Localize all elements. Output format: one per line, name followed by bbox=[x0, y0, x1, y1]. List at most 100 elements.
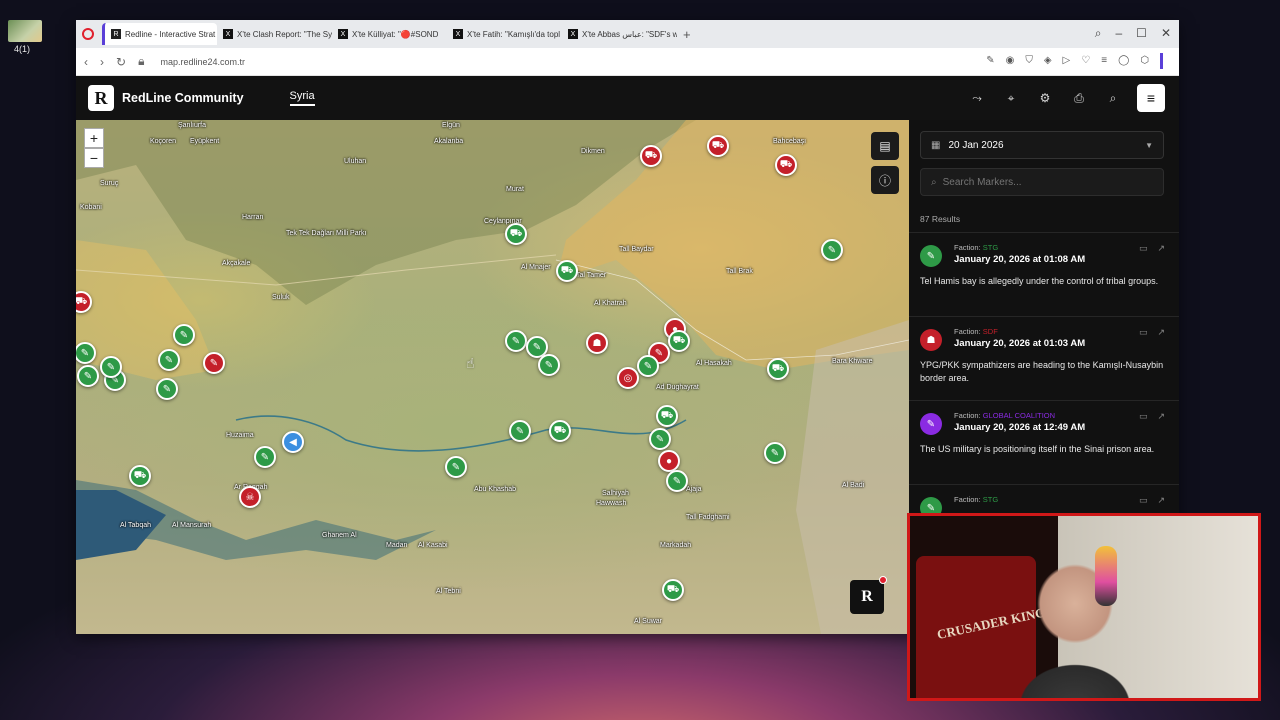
faction-name: STG bbox=[982, 243, 999, 252]
snapshot-icon[interactable]: ◉ bbox=[1006, 55, 1015, 69]
edit-icon[interactable]: ✎ bbox=[986, 55, 994, 69]
desktop-icon[interactable] bbox=[8, 20, 42, 42]
place-label: Madan bbox=[386, 542, 408, 549]
map-logo-button[interactable]: R bbox=[850, 580, 884, 614]
place-label: Bara Khware bbox=[832, 358, 873, 365]
search-icon[interactable]: ⌕ bbox=[1103, 91, 1123, 106]
external-link-icon[interactable]: ↗ bbox=[1157, 327, 1165, 338]
wallet-icon[interactable]: ◈ bbox=[1044, 55, 1052, 69]
close-icon[interactable]: ✕ bbox=[1161, 26, 1171, 41]
zoom-out-button[interactable]: − bbox=[84, 148, 104, 168]
menu-icon[interactable]: ≡ bbox=[1137, 84, 1165, 112]
external-link-icon[interactable]: ↗ bbox=[1157, 243, 1165, 254]
map-marker-rifle-icon[interactable]: ✎ bbox=[666, 470, 688, 492]
map-marker-rifle-icon[interactable]: ✎ bbox=[254, 446, 276, 468]
map-marker-rifle-icon[interactable]: ✎ bbox=[821, 239, 843, 261]
faction-label: Faction: bbox=[954, 411, 981, 420]
reload-icon[interactable]: ↻ bbox=[116, 55, 126, 69]
extensions-icon[interactable]: ⬡ bbox=[1140, 55, 1149, 69]
place-label: Suruç bbox=[100, 180, 119, 187]
map-marker-rifle-icon[interactable]: ✎ bbox=[203, 352, 225, 374]
app-logo[interactable]: R bbox=[88, 85, 114, 111]
map-marker-rifle-icon[interactable]: ✎ bbox=[100, 356, 122, 378]
map-marker-truck-icon[interactable]: ⛟ bbox=[775, 154, 797, 176]
list-icon[interactable]: ≡ bbox=[1101, 55, 1107, 69]
map-marker-truck-icon[interactable]: ⛟ bbox=[668, 330, 690, 352]
feed-item[interactable]: ✎ Faction: GLOBAL COALITION January 20, … bbox=[909, 400, 1179, 484]
heart-icon[interactable]: ♡ bbox=[1081, 55, 1090, 69]
map-marker-truck-icon[interactable]: ⛟ bbox=[707, 135, 729, 157]
map-marker-rifle-icon[interactable]: ✎ bbox=[158, 349, 180, 371]
search-icon: ⌕ bbox=[931, 176, 937, 188]
date-select[interactable]: ▦ 20 Jan 2026 ▼ bbox=[920, 131, 1164, 159]
search-markers-input[interactable] bbox=[942, 176, 1143, 188]
map-marker-rifle-icon[interactable]: ✎ bbox=[156, 378, 178, 400]
back-icon[interactable]: ‹ bbox=[84, 55, 88, 69]
play-icon[interactable]: ▷ bbox=[1063, 55, 1071, 69]
map-marker-target-icon[interactable]: ◎ bbox=[617, 367, 639, 389]
map-marker-rifle-icon[interactable]: ✎ bbox=[764, 442, 786, 464]
url-field[interactable]: map.redline24.com.tr bbox=[160, 57, 245, 67]
map-marker-truck-icon[interactable]: ⛟ bbox=[767, 358, 789, 380]
people-icon: ☗ bbox=[920, 329, 942, 351]
feed-item[interactable]: ✎ Faction: STG January 20, 2026 at 01:08… bbox=[909, 232, 1179, 316]
map-marker-rifle-icon[interactable]: ✎ bbox=[637, 355, 659, 377]
tab-redline[interactable]: R Redline - Interactive Strat bbox=[102, 23, 217, 45]
map-marker-rifle-icon[interactable]: ✎ bbox=[509, 420, 531, 442]
map-marker-rifle-icon[interactable]: ✎ bbox=[173, 324, 195, 346]
opera-icon[interactable] bbox=[82, 28, 94, 40]
search-tabs-icon[interactable]: ⌕ bbox=[1095, 26, 1102, 41]
video-icon[interactable]: ▭ bbox=[1139, 411, 1148, 422]
lock-icon: 🔒︎ bbox=[138, 54, 145, 68]
map-marker-truck-icon[interactable]: ⛟ bbox=[640, 145, 662, 167]
map-marker-rifle-icon[interactable]: ✎ bbox=[505, 330, 527, 352]
map-marker-truck-icon[interactable]: ⛟ bbox=[129, 465, 151, 487]
forward-icon[interactable]: › bbox=[100, 55, 104, 69]
settings-icon[interactable]: ⚙ bbox=[1035, 91, 1055, 105]
external-link-icon[interactable]: ↗ bbox=[1157, 495, 1165, 506]
tab-kulliyat[interactable]: X X'te Külliyat: "🔴#SOND bbox=[332, 23, 447, 45]
x-icon: X bbox=[568, 29, 578, 39]
map-marker-rifle-icon[interactable]: ✎ bbox=[445, 456, 467, 478]
map-marker-cluster[interactable]: ● bbox=[658, 450, 680, 472]
shield-icon[interactable]: ⛉ bbox=[1025, 55, 1033, 69]
place-label: Al Suwar bbox=[634, 618, 663, 625]
map-marker-truck-icon[interactable]: ⛟ bbox=[556, 260, 578, 282]
map-marker-megaphone-icon[interactable]: ◀ bbox=[282, 431, 304, 453]
map-marker-rifle-icon[interactable]: ✎ bbox=[538, 354, 560, 376]
video-icon[interactable]: ▭ bbox=[1139, 327, 1148, 338]
map-marker-truck-icon[interactable]: ⛟ bbox=[505, 223, 527, 245]
maximize-icon[interactable]: ☐ bbox=[1136, 26, 1147, 41]
map-layers-icon[interactable]: ▤ bbox=[871, 132, 899, 160]
country-tab-syria[interactable]: Syria bbox=[289, 90, 315, 106]
search-markers-field[interactable]: ⌕ bbox=[920, 168, 1164, 196]
video-icon[interactable]: ▭ bbox=[1139, 243, 1148, 254]
info-icon[interactable]: ⓘ bbox=[871, 166, 899, 194]
place-label: Koçoren bbox=[150, 138, 177, 145]
webcam-overlay: CRUSADER KINGS bbox=[907, 513, 1261, 701]
map-marker-rifle-icon[interactable]: ✎ bbox=[649, 428, 671, 450]
map-marker-rifle-icon[interactable]: ✎ bbox=[77, 365, 99, 387]
brand-title[interactable]: RedLine Community bbox=[122, 91, 244, 105]
external-link-icon[interactable]: ↗ bbox=[1157, 411, 1165, 422]
profile-icon[interactable]: ◯ bbox=[1118, 55, 1129, 69]
map-marker-skull-icon[interactable]: ☠ bbox=[239, 486, 261, 508]
location-pin-icon[interactable]: ⌖ bbox=[1001, 91, 1021, 106]
tab-fatih[interactable]: X X'te Fatih: "Kamışlı'da topl bbox=[447, 23, 562, 45]
map-canvas[interactable]: + − ▤ ⓘ Şanlıurfa Koçoren Eyüpkent Suruç… bbox=[76, 120, 909, 634]
map-marker-truck-icon[interactable]: ⛟ bbox=[549, 420, 571, 442]
map-marker-truck-icon[interactable]: ⛟ bbox=[656, 405, 678, 427]
map-marker-truck-icon[interactable]: ⛟ bbox=[662, 579, 684, 601]
map-marker-people-icon[interactable]: ☗ bbox=[586, 332, 608, 354]
feed-item[interactable]: ☗ Faction: SDF January 20, 2026 at 01:03… bbox=[909, 316, 1179, 400]
zoom-in-button[interactable]: + bbox=[84, 128, 104, 148]
minimize-icon[interactable]: – bbox=[1115, 26, 1122, 41]
place-label: Al Mnajer bbox=[521, 264, 551, 271]
new-tab-button[interactable]: + bbox=[683, 27, 691, 42]
tab-clash-report[interactable]: X X'te Clash Report: "The Sy bbox=[217, 23, 332, 45]
route-icon[interactable]: ⤳ bbox=[967, 91, 987, 106]
feed-item-date: January 20, 2026 at 12:49 AM bbox=[954, 422, 1086, 433]
tab-abbas[interactable]: X X'te Abbas عباس: "SDF's w bbox=[562, 23, 677, 45]
video-icon[interactable]: ▭ bbox=[1139, 495, 1148, 506]
camera-icon[interactable]: ⎙ bbox=[1069, 91, 1089, 106]
